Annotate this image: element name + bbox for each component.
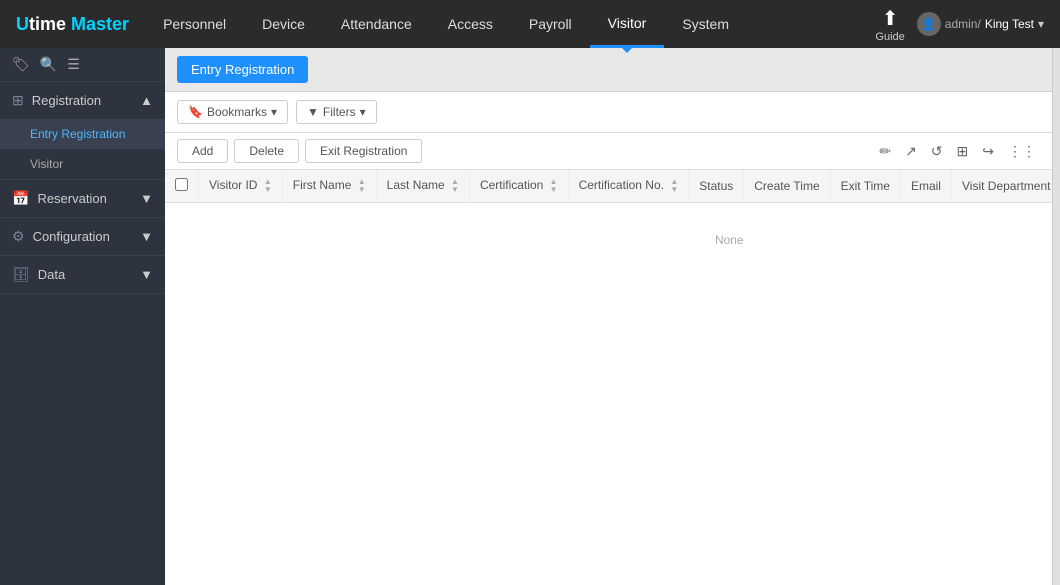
nav-item-device[interactable]: Device	[244, 0, 323, 48]
app-logo[interactable]: Utime Master	[0, 0, 145, 48]
settings-icon[interactable]: ⋮⋮	[1004, 141, 1040, 162]
sidebar-toolbar: 🏷 🔍 ☰	[0, 48, 165, 82]
sort-last-name[interactable]: ▲▼	[451, 178, 459, 194]
action-left: Add Delete Exit Registration	[177, 139, 422, 163]
bookmarks-label: Bookmarks	[207, 105, 267, 119]
tag-icon[interactable]: 🏷	[12, 56, 30, 73]
sidebar-section-registration-header[interactable]: ⊞ Registration ▲	[0, 82, 165, 119]
refresh-icon[interactable]: ↺	[927, 141, 947, 162]
nav-item-attendance[interactable]: Attendance	[323, 0, 430, 48]
logo-u: U	[16, 14, 29, 34]
sidebar-section-configuration-label: Configuration	[33, 229, 110, 244]
sidebar-item-visitor[interactable]: Visitor	[0, 149, 165, 179]
sidebar-sub-items-registration: Entry Registration Visitor	[0, 119, 165, 179]
empty-text: None	[165, 203, 1052, 278]
data-table: Visitor ID ▲▼ First Name ▲▼ Last Name ▲▼	[165, 170, 1052, 277]
nav-items: Personnel Device Attendance Access Payro…	[145, 0, 859, 48]
sidebar-section-registration: ⊞ Registration ▲ Entry Registration Visi…	[0, 82, 165, 180]
sidebar-section-data-label: Data	[38, 267, 65, 282]
nav-item-system[interactable]: System	[664, 0, 747, 48]
sidebar-section-data: 🗄 Data ▼	[0, 256, 165, 294]
sort-certification[interactable]: ▲▼	[550, 178, 558, 194]
chevron-down-icon: ▼	[140, 191, 153, 206]
action-row: Add Delete Exit Registration ✏ ↗ ↺ ⊞ ↪ ⋮…	[165, 133, 1052, 170]
col-status[interactable]: Status	[689, 170, 744, 203]
filters-label: Filters	[323, 105, 356, 119]
guide-label: Guide	[875, 31, 904, 43]
logo-time: time	[29, 14, 66, 34]
sidebar-section-configuration-header[interactable]: ⚙ Configuration ▼	[0, 218, 165, 255]
grid-icon: ⊞	[12, 92, 24, 109]
chevron-down-icon3: ▼	[140, 267, 153, 282]
empty-row: None	[165, 203, 1052, 278]
nav-item-payroll[interactable]: Payroll	[511, 0, 590, 48]
sort-visitor-id[interactable]: ▲▼	[264, 178, 272, 194]
col-last-name[interactable]: Last Name ▲▼	[376, 170, 469, 203]
col-exit-time[interactable]: Exit Time	[830, 170, 900, 203]
expand-icon[interactable]: ↗	[901, 141, 921, 162]
col-first-name[interactable]: First Name ▲▼	[282, 170, 376, 203]
guide-button[interactable]: ⬆ Guide	[875, 6, 904, 43]
columns-icon[interactable]: ⊞	[953, 141, 973, 162]
col-email[interactable]: Email	[900, 170, 951, 203]
sidebar-section-reservation-label: Reservation	[37, 191, 106, 206]
checkbox-header[interactable]	[165, 170, 199, 203]
delete-button[interactable]: Delete	[234, 139, 299, 163]
sort-certification-no[interactable]: ▲▼	[670, 178, 678, 194]
avatar: 👤	[917, 12, 941, 36]
bookmark-icon: 🔖	[188, 105, 203, 119]
col-visitor-id[interactable]: Visitor ID ▲▼	[199, 170, 283, 203]
col-visit-department[interactable]: Visit Department	[951, 170, 1052, 203]
toolbar-row: 🔖 Bookmarks ▾ ▼ Filters ▾	[165, 92, 1052, 133]
filters-button[interactable]: ▼ Filters ▾	[296, 100, 377, 124]
chevron-down-icon2: ▼	[140, 229, 153, 244]
bookmarks-dropdown-icon: ▾	[271, 105, 277, 119]
nav-item-access[interactable]: Access	[430, 0, 511, 48]
select-all-checkbox[interactable]	[175, 178, 188, 191]
guide-icon: ⬆	[882, 6, 899, 31]
table-header-row: Visitor ID ▲▼ First Name ▲▼ Last Name ▲▼	[165, 170, 1052, 203]
col-certification-no[interactable]: Certification No. ▲▼	[568, 170, 689, 203]
main-layout: 🏷 🔍 ☰ ⊞ Registration ▲ Entry Registratio…	[0, 48, 1060, 585]
search-icon[interactable]: 🔍	[40, 56, 57, 73]
calendar-icon: 📅	[12, 190, 29, 207]
sort-first-name[interactable]: ▲▼	[358, 178, 366, 194]
logo-master: Master	[71, 14, 129, 34]
user-prefix: admin/	[945, 17, 981, 31]
bookmarks-button[interactable]: 🔖 Bookmarks ▾	[177, 100, 288, 124]
filters-dropdown-icon: ▾	[360, 105, 366, 119]
exit-registration-button[interactable]: Exit Registration	[305, 139, 422, 163]
col-certification[interactable]: Certification ▲▼	[469, 170, 568, 203]
content-header: Entry Registration	[165, 48, 1052, 92]
sidebar: 🏷 🔍 ☰ ⊞ Registration ▲ Entry Registratio…	[0, 48, 165, 585]
username: King Test	[985, 17, 1034, 31]
top-navigation: Utime Master Personnel Device Attendance…	[0, 0, 1060, 48]
sidebar-section-registration-label: Registration	[32, 93, 101, 108]
database-icon: 🗄	[12, 266, 30, 283]
nav-right: ⬆ Guide 👤 admin/King Test ▾	[859, 6, 1060, 43]
settings-icon: ⚙	[12, 228, 25, 245]
sidebar-section-reservation-header[interactable]: 📅 Reservation ▼	[0, 180, 165, 217]
sidebar-section-configuration: ⚙ Configuration ▼	[0, 218, 165, 256]
main-content: Entry Registration 🔖 Bookmarks ▾ ▼ Filte…	[165, 48, 1052, 585]
add-button[interactable]: Add	[177, 139, 228, 163]
sidebar-item-entry-registration[interactable]: Entry Registration	[0, 119, 165, 149]
sidebar-section-reservation: 📅 Reservation ▼	[0, 180, 165, 218]
table-container: Visitor ID ▲▼ First Name ▲▼ Last Name ▲▼	[165, 170, 1052, 585]
share-icon[interactable]: ↪	[978, 141, 998, 162]
action-right: ✏ ↗ ↺ ⊞ ↪ ⋮⋮	[875, 141, 1040, 162]
edit-icon[interactable]: ✏	[875, 141, 895, 162]
nav-item-personnel[interactable]: Personnel	[145, 0, 244, 48]
col-create-time[interactable]: Create Time	[744, 170, 830, 203]
entry-registration-tab[interactable]: Entry Registration	[177, 56, 308, 83]
chevron-icon: ▲	[140, 93, 153, 108]
chevron-down-icon: ▾	[1038, 17, 1044, 31]
nav-item-visitor[interactable]: Visitor	[590, 0, 665, 48]
sidebar-section-data-header[interactable]: 🗄 Data ▼	[0, 256, 165, 293]
right-scrollbar[interactable]	[1052, 48, 1060, 585]
user-info[interactable]: 👤 admin/King Test ▾	[917, 12, 1044, 36]
list-icon[interactable]: ☰	[67, 56, 80, 73]
filter-icon: ▼	[307, 105, 319, 119]
